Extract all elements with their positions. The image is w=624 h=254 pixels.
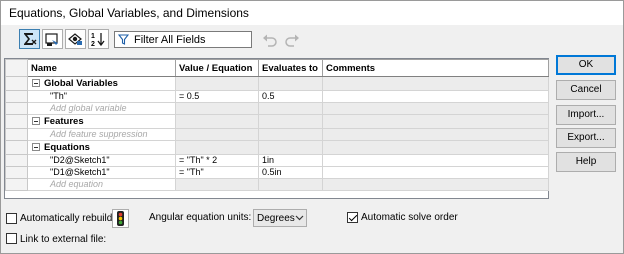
auto-solve-label: Automatic solve order <box>361 212 458 223</box>
sketch-equation-view-icon[interactable] <box>42 29 63 49</box>
dialog-title: Equations, Global Variables, and Dimensi… <box>9 6 249 20</box>
section-features: Features <box>5 114 549 129</box>
row-header-corner <box>5 59 28 77</box>
equations-grid: Name Value / Equation Evaluates to Comme… <box>4 58 549 199</box>
add-feature-suppression-field[interactable]: Add feature suppression <box>27 128 176 141</box>
cell-evaluates: 0.5 <box>258 90 323 103</box>
section-equations: Equations <box>5 140 549 155</box>
import-button[interactable]: Import... <box>556 105 616 125</box>
cell-value[interactable]: = 0.5 <box>175 90 259 103</box>
cell-name[interactable]: "D1@Sketch1" <box>27 166 176 179</box>
cell-name[interactable]: "Th" <box>27 90 176 103</box>
svg-text:2: 2 <box>91 41 95 47</box>
cell-comment[interactable] <box>322 90 549 103</box>
add-row[interactable]: Add feature suppression <box>5 128 549 141</box>
column-header-evaluates[interactable]: Evaluates to <box>258 59 323 77</box>
help-button[interactable]: Help <box>556 152 616 172</box>
section-label-features: Features <box>27 114 176 129</box>
filter-icon <box>117 34 130 48</box>
section-global-variables: Global Variables <box>5 76 549 91</box>
auto-rebuild-label: Automatically rebuild <box>20 213 113 224</box>
collapse-icon[interactable] <box>32 117 40 125</box>
undo-icon[interactable] <box>262 33 278 50</box>
collapse-icon[interactable] <box>32 143 40 151</box>
column-header-comments[interactable]: Comments <box>322 59 549 77</box>
cell-value[interactable]: = "Th" <box>175 166 259 179</box>
equation-view-icon[interactable] <box>19 29 40 49</box>
equations-dialog: Equations, Global Variables, and Dimensi… <box>0 0 624 254</box>
auto-rebuild-checkbox[interactable] <box>6 213 17 224</box>
add-equation-field[interactable]: Add equation <box>27 178 176 191</box>
chevron-down-icon <box>295 213 304 226</box>
auto-solve-checkbox[interactable] <box>347 212 358 223</box>
column-header-name[interactable]: Name <box>27 59 176 77</box>
filter-input[interactable]: Filter All Fields <box>134 34 206 46</box>
add-global-variable-field[interactable]: Add global variable <box>27 102 176 115</box>
collapse-icon[interactable] <box>32 79 40 87</box>
svg-text:1: 1 <box>91 33 95 40</box>
table-row[interactable]: "D2@Sketch1" = "Th" * 2 1in <box>5 154 549 167</box>
ok-button[interactable]: OK <box>556 55 616 75</box>
table-row[interactable]: "Th" = 0.5 0.5 <box>5 90 549 103</box>
traffic-light-icon <box>113 211 128 230</box>
cell-comment[interactable] <box>322 166 549 179</box>
cell-evaluates: 1in <box>258 154 323 167</box>
cell-comment[interactable] <box>322 154 549 167</box>
section-label-equations: Equations <box>27 140 176 155</box>
rebuild-status-button[interactable] <box>112 209 129 228</box>
add-row[interactable]: Add global variable <box>5 102 549 115</box>
filter-field[interactable]: Filter All Fields <box>114 31 252 48</box>
cancel-button[interactable]: Cancel <box>556 80 616 100</box>
angular-units-label: Angular equation units: <box>149 212 252 223</box>
table-row[interactable]: "D1@Sketch1" = "Th" 0.5in <box>5 166 549 179</box>
angular-units-select[interactable]: Degrees <box>253 209 307 227</box>
add-row[interactable]: Add equation <box>5 178 549 191</box>
link-external-checkbox[interactable] <box>6 233 17 244</box>
ordered-view-icon[interactable]: 1 2 <box>88 29 109 49</box>
cell-value[interactable]: = "Th" * 2 <box>175 154 259 167</box>
title-bar: Equations, Global Variables, and Dimensi… <box>1 1 623 25</box>
cell-evaluates: 0.5in <box>258 166 323 179</box>
dimension-view-icon[interactable] <box>65 29 86 49</box>
column-header-value[interactable]: Value / Equation <box>175 59 259 77</box>
cell-name[interactable]: "D2@Sketch1" <box>27 154 176 167</box>
header-row: Name Value / Equation Evaluates to Comme… <box>5 59 549 77</box>
angular-units-value: Degrees <box>257 213 295 224</box>
link-external-label: Link to external file: <box>20 234 107 245</box>
section-label-global-variables: Global Variables <box>27 76 176 91</box>
export-button[interactable]: Export... <box>556 128 616 148</box>
redo-icon[interactable] <box>284 33 300 50</box>
